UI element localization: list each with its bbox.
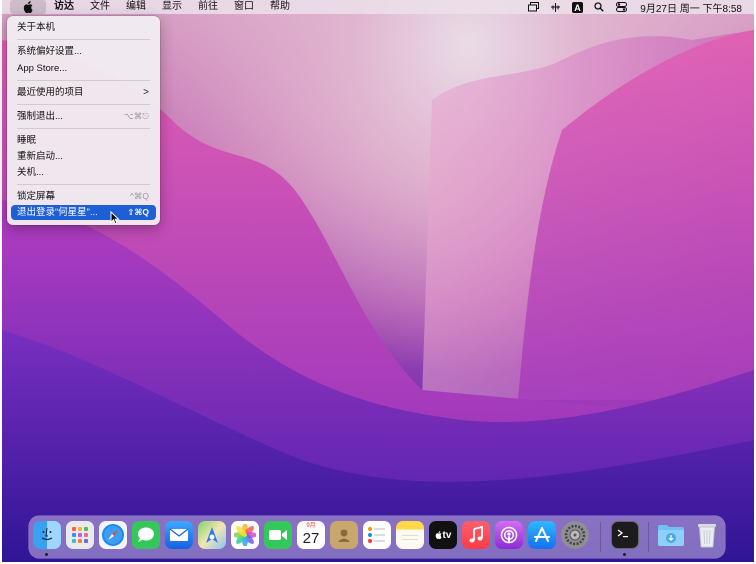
menu-item-log-out[interactable]: 退出登录“何星星”... ⇧⌘Q — [11, 205, 156, 220]
calendar-day: 27 — [302, 530, 320, 547]
calendar-month: 9月 — [306, 523, 316, 529]
notes-icon[interactable] — [396, 521, 424, 549]
menu-bar: 访达 文件 编辑 显示 前往 窗口 帮助 A 9月27日 周一 下午8:58 — [2, 0, 754, 15]
menu-window[interactable]: 窗口 — [226, 0, 262, 14]
finder-icon[interactable] — [33, 521, 61, 549]
menu-item-label: 睡眠 — [17, 135, 37, 146]
chevron-right-icon: > — [143, 87, 149, 98]
search-icon[interactable] — [588, 0, 610, 14]
menu-item-label: 重新启动... — [17, 151, 63, 162]
messages-icon[interactable] — [132, 521, 160, 549]
podcasts-icon[interactable] — [495, 521, 523, 549]
menu-edit[interactable]: 编辑 — [118, 0, 154, 14]
menu-item-shortcut: ^⌘Q — [129, 191, 149, 201]
finder-running-indicator — [45, 553, 48, 556]
menu-item-shut-down[interactable]: 关机... — [11, 165, 156, 180]
safari-icon[interactable] — [99, 521, 127, 549]
menu-item-system-preferences[interactable]: 系统偏好设置... — [11, 44, 156, 59]
dock-separator — [600, 522, 601, 552]
menu-separator — [17, 184, 150, 185]
menu-separator — [17, 80, 150, 81]
menu-item-label: 锁定屏幕 — [17, 191, 56, 202]
trash-icon[interactable] — [693, 521, 721, 549]
tv-label: tv — [442, 529, 452, 541]
dock-separator — [648, 522, 649, 552]
control-center-icon[interactable] — [610, 0, 632, 14]
system-preferences-icon[interactable] — [561, 521, 589, 549]
menu-go[interactable]: 前往 — [190, 0, 226, 14]
menu-item-restart[interactable]: 重新启动... — [11, 149, 156, 164]
menu-separator — [17, 39, 150, 40]
downloads-folder-icon[interactable] — [657, 521, 685, 549]
facetime-icon[interactable] — [264, 521, 292, 549]
mail-icon[interactable] — [165, 521, 193, 549]
menu-item-lock-screen[interactable]: 锁定屏幕 ^⌘Q — [11, 189, 156, 204]
menu-item-about-this-mac[interactable]: 关于本机 — [11, 20, 156, 35]
menu-item-shortcut: ⇧⌘Q — [127, 207, 149, 217]
reminders-icon[interactable] — [363, 521, 391, 549]
apple-tv-icon[interactable]: tv — [429, 521, 457, 549]
music-icon[interactable] — [462, 521, 490, 549]
menu-item-force-quit[interactable]: 强制退出... ⌥⌘⎋ — [11, 109, 156, 124]
photos-icon[interactable] — [231, 521, 259, 549]
terminal-icon[interactable] — [611, 521, 639, 549]
menu-file[interactable]: 文件 — [82, 0, 118, 14]
svg-text:A: A — [574, 3, 581, 13]
maps-icon[interactable] — [198, 521, 226, 549]
input-method-icon[interactable]: A — [566, 0, 588, 14]
launchpad-icon[interactable] — [66, 521, 94, 549]
sound-icon[interactable] — [544, 0, 566, 14]
terminal-running-indicator — [623, 553, 626, 556]
app-store-icon[interactable] — [528, 521, 556, 549]
menu-help[interactable]: 帮助 — [262, 0, 298, 14]
apple-menu-icon[interactable] — [10, 0, 46, 14]
calendar-icon[interactable]: 9月 27 — [297, 521, 325, 549]
mouse-cursor-icon — [110, 211, 120, 225]
menu-item-label: 退出登录“何星星”... — [17, 207, 98, 218]
menu-app-name[interactable]: 访达 — [46, 0, 82, 14]
contacts-icon[interactable] — [330, 521, 358, 549]
apple-menu-dropdown: 关于本机 系统偏好设置... App Store... 最近使用的项目 > 强制… — [7, 16, 160, 225]
menu-item-label: App Store... — [17, 63, 68, 74]
menu-item-label: 系统偏好设置... — [17, 46, 82, 57]
window-icon[interactable] — [522, 0, 544, 14]
menu-item-label: 关机... — [17, 167, 44, 178]
menubar-clock[interactable]: 9月27日 周一 下午8:58 — [640, 0, 742, 15]
menu-item-label: 强制退出... — [17, 111, 63, 122]
menu-item-app-store[interactable]: App Store... — [11, 61, 156, 76]
dock: 9月 27 tv — [29, 516, 725, 558]
menu-item-label: 关于本机 — [17, 22, 56, 33]
menu-item-sleep[interactable]: 睡眠 — [11, 133, 156, 148]
menu-separator — [17, 104, 150, 105]
menu-item-recent-items[interactable]: 最近使用的项目 > — [11, 85, 156, 100]
menu-item-label: 最近使用的项目 — [17, 87, 84, 98]
menu-view[interactable]: 显示 — [154, 0, 190, 14]
menu-separator — [17, 128, 150, 129]
menu-item-shortcut: ⌥⌘⎋ — [123, 111, 149, 121]
